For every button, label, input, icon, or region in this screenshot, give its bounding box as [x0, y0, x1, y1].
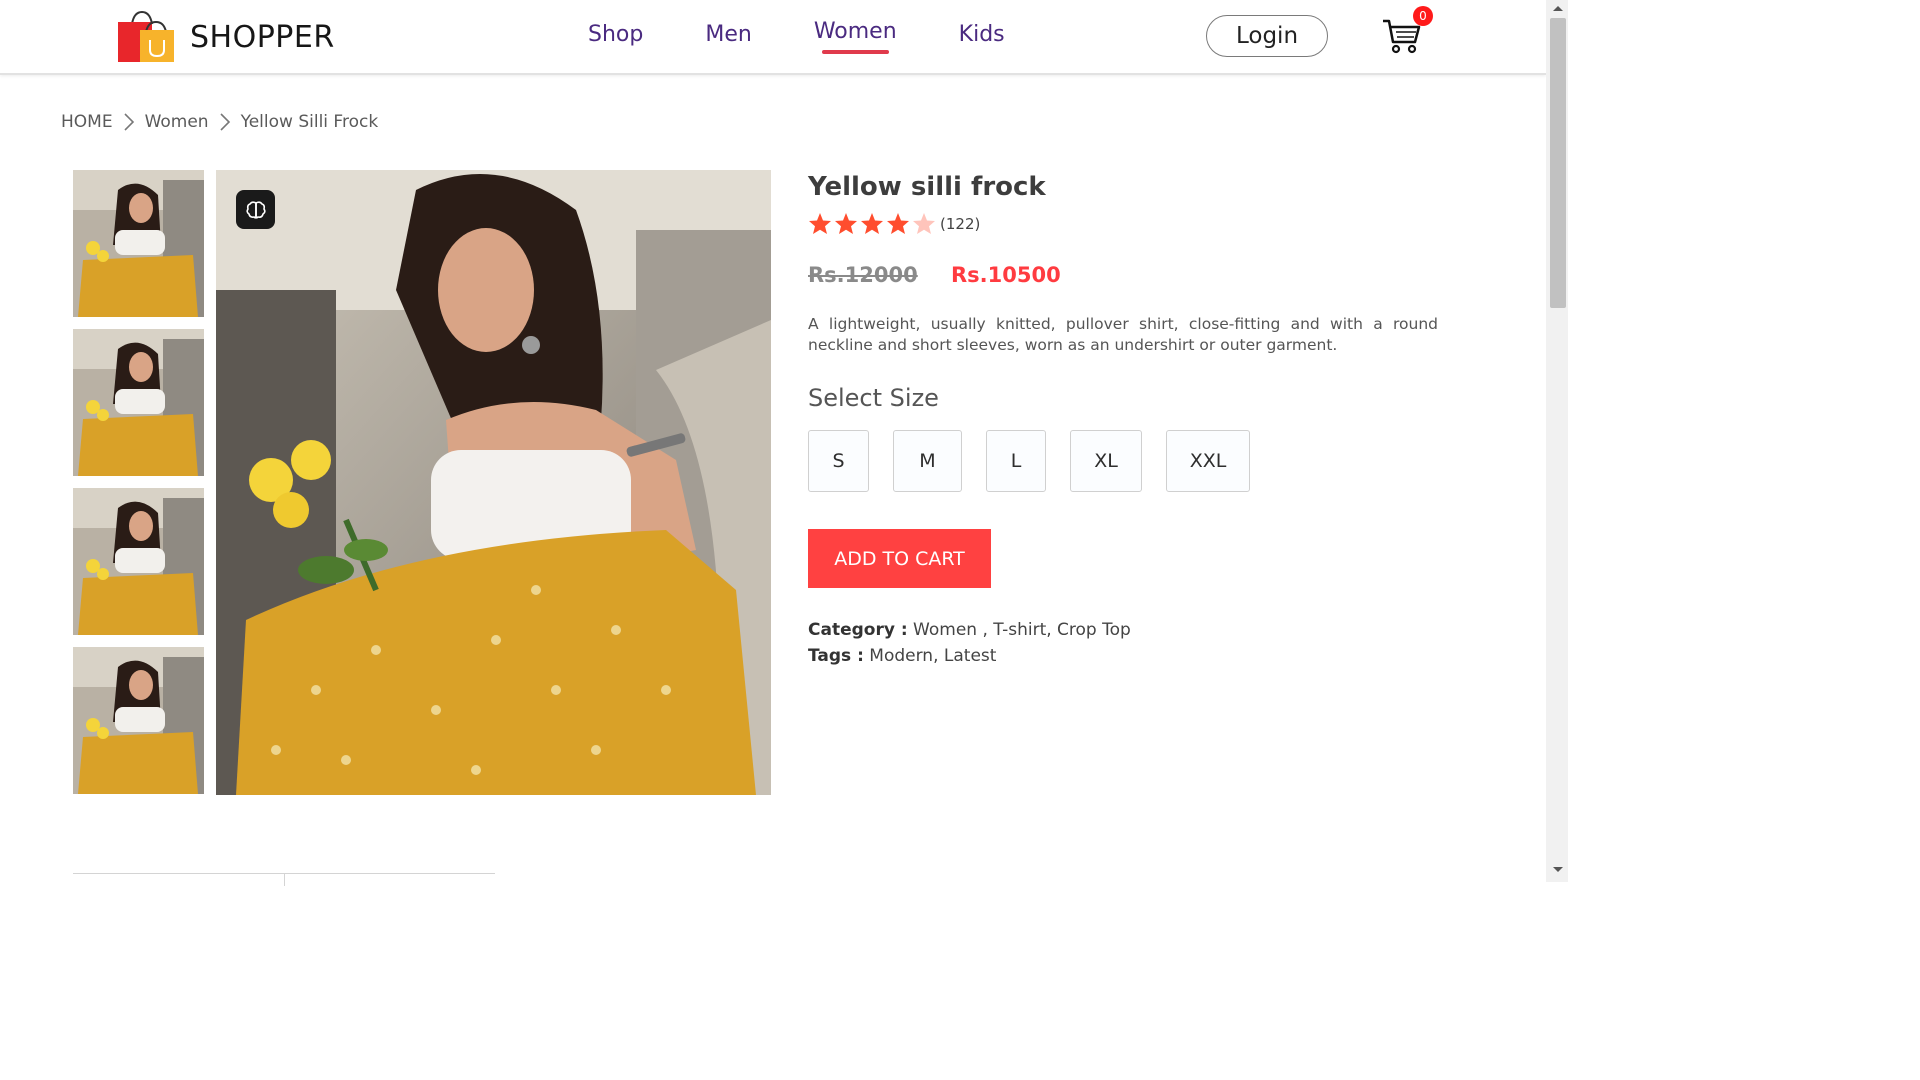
- scrollbar-thumb[interactable]: [1550, 18, 1566, 308]
- breadcrumb: HOME Women Yellow Silli Frock: [61, 112, 378, 132]
- tags-value: Modern, Latest: [869, 646, 997, 666]
- product-rating: (122): [808, 212, 1438, 235]
- nav-item-kids[interactable]: Kids: [959, 22, 1005, 47]
- chevron-right-icon: [123, 112, 135, 132]
- price-row: Rs.12000 Rs.10500: [808, 263, 1438, 287]
- main-nav: Shop Men Women Kids: [588, 19, 1067, 54]
- thumbnail-list: [73, 170, 204, 806]
- product-thumbnail[interactable]: [73, 329, 204, 476]
- tags-line: Tags : Modern, Latest: [808, 646, 1438, 666]
- size-option-l[interactable]: L: [986, 430, 1046, 492]
- star-filled-icon: [887, 213, 909, 234]
- add-to-cart-button[interactable]: ADD TO CART: [808, 529, 991, 588]
- product-thumbnail[interactable]: [73, 647, 204, 794]
- nav-item-women[interactable]: Women: [813, 19, 897, 54]
- size-option-xxl[interactable]: XXL: [1166, 430, 1250, 492]
- size-selector: S M L XL XXL: [808, 430, 1438, 492]
- product-main-image: [216, 170, 771, 795]
- chevron-right-icon: [219, 112, 231, 132]
- brand-logo[interactable]: SHOPPER: [116, 10, 335, 64]
- star-filled-icon: [861, 213, 883, 234]
- breadcrumb-current: Yellow Silli Frock: [240, 112, 379, 132]
- nav-item-women-label: Women: [813, 19, 897, 44]
- product-description: A lightweight, usually knitted, pullover…: [808, 315, 1438, 354]
- category-line: Category : Women , T-shirt, Crop Top: [808, 620, 1438, 640]
- rating-count: (122): [940, 214, 981, 233]
- star-filled-icon: [835, 213, 857, 234]
- size-option-m[interactable]: M: [893, 430, 962, 492]
- star-empty-icon: [913, 213, 935, 234]
- product-thumbnail[interactable]: [73, 488, 204, 635]
- new-price: Rs.10500: [951, 263, 1061, 287]
- nav-item-shop[interactable]: Shop: [588, 22, 643, 47]
- product-meta: Category : Women , T-shirt, Crop Top Tag…: [808, 620, 1438, 666]
- brain-icon: [245, 200, 266, 219]
- size-title: Select Size: [808, 384, 939, 412]
- product-info: Yellow silli frock (122) Rs.12000 Rs.105…: [808, 172, 1438, 672]
- tags-label: Tags :: [808, 646, 864, 666]
- brand-name: SHOPPER: [190, 19, 335, 55]
- star-filled-icon: [809, 213, 831, 234]
- shopping-bag-icon: [118, 10, 174, 62]
- breadcrumb-home[interactable]: HOME: [61, 112, 113, 132]
- login-button[interactable]: Login: [1206, 15, 1328, 57]
- cart-count-badge: 0: [1413, 6, 1433, 26]
- product-title: Yellow silli frock: [808, 172, 1046, 202]
- size-option-s[interactable]: S: [808, 430, 869, 492]
- product-thumbnail[interactable]: [73, 170, 204, 317]
- scroll-up-arrow-icon[interactable]: [1552, 4, 1564, 12]
- image-action-button[interactable]: [236, 190, 275, 229]
- breadcrumb-women[interactable]: Women: [145, 112, 209, 132]
- nav-item-men[interactable]: Men: [705, 22, 751, 47]
- active-nav-underline: [821, 50, 889, 54]
- tab-divider: [284, 874, 285, 886]
- navbar: SHOPPER Shop Men Women Kids Login 0: [0, 0, 1546, 75]
- old-price: Rs.12000: [808, 263, 918, 287]
- description-tabs[interactable]: [73, 873, 495, 886]
- size-option-xl[interactable]: XL: [1070, 430, 1142, 492]
- scroll-down-arrow-icon[interactable]: [1552, 866, 1564, 874]
- category-value: Women , T-shirt, Crop Top: [913, 620, 1131, 640]
- category-label: Category :: [808, 620, 908, 640]
